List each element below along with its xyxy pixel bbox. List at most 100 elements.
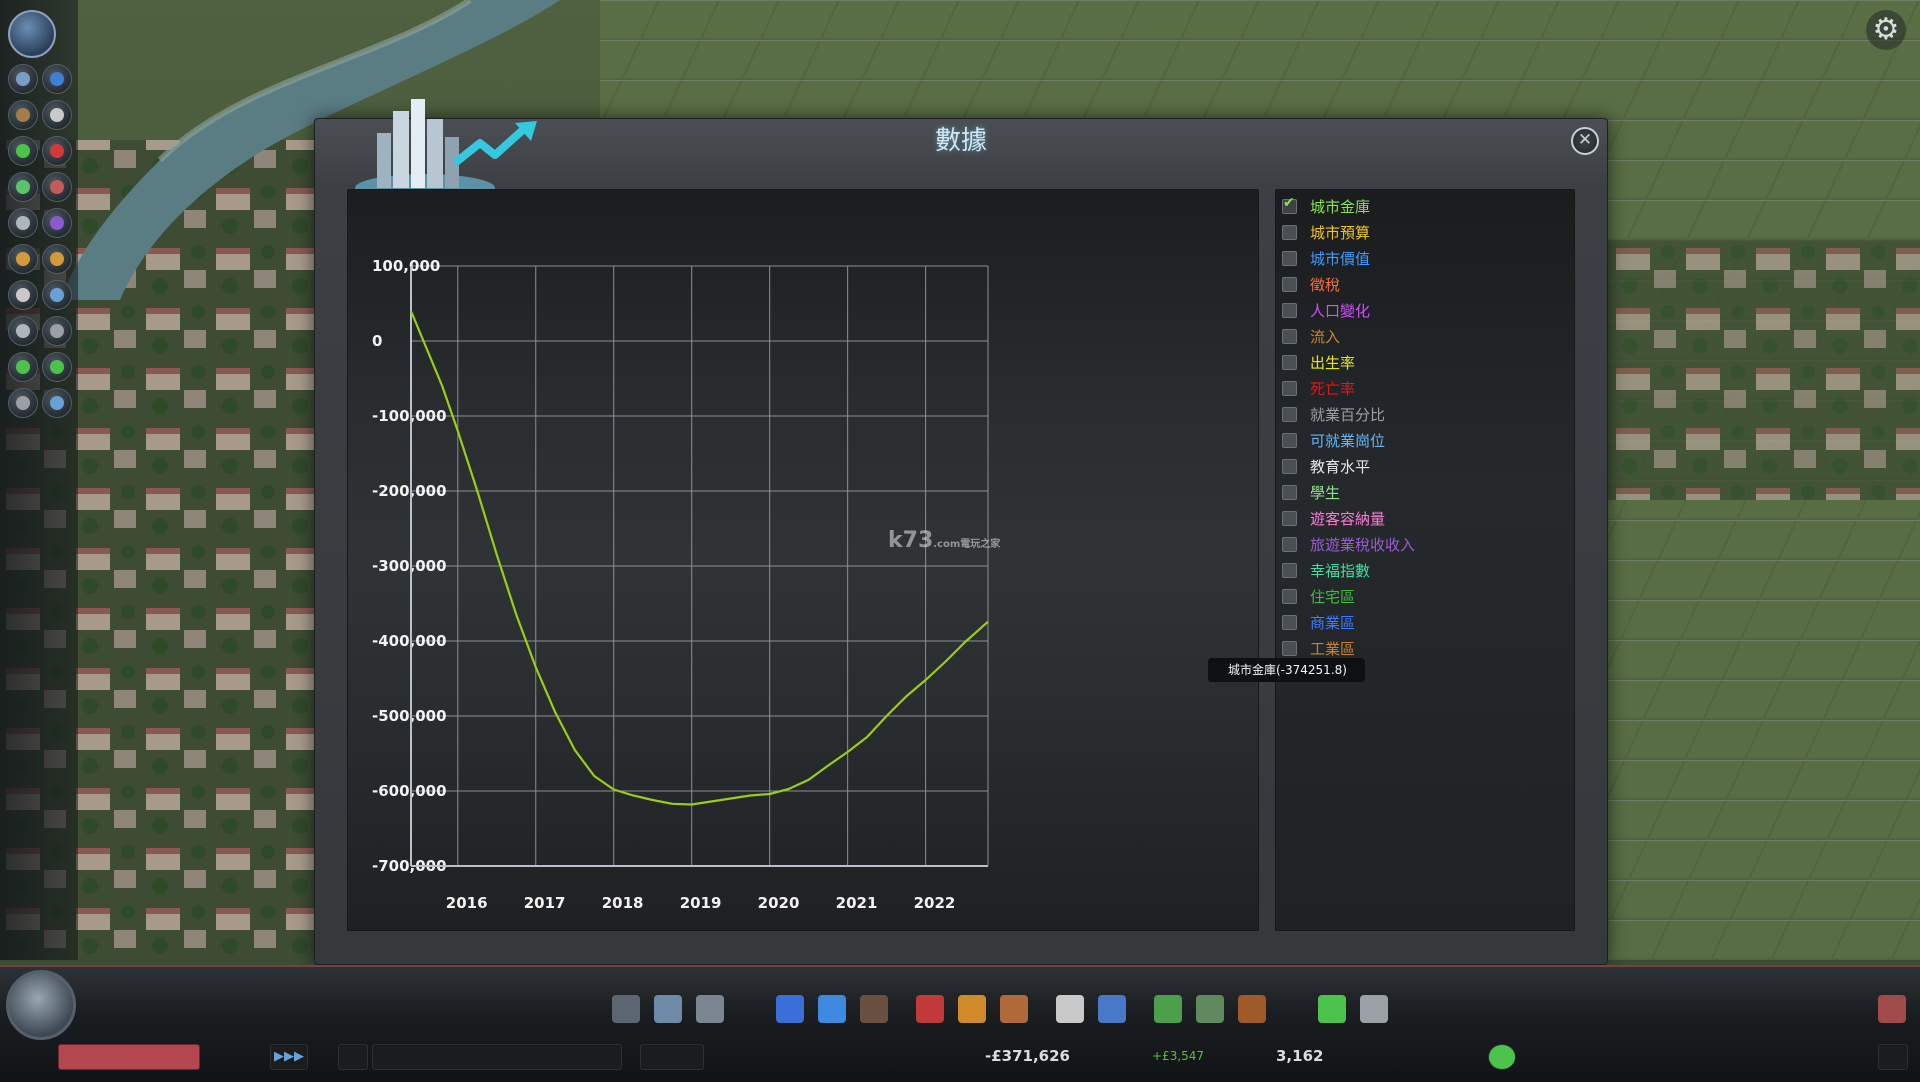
legend-label: 商業區 <box>1310 613 1356 632</box>
education-tool-button[interactable] <box>42 208 72 238</box>
zoning-icon[interactable] <box>654 995 682 1023</box>
x-tick-label: 2017 <box>524 894 566 912</box>
bulldozer-icon[interactable] <box>1360 995 1388 1023</box>
info-view-button[interactable] <box>8 10 56 58</box>
policies-button[interactable] <box>42 352 72 382</box>
districts-icon[interactable] <box>696 995 724 1023</box>
legend-label: 徵稅 <box>1310 275 1341 294</box>
legend-checkbox[interactable] <box>1282 195 1297 214</box>
education-icon[interactable] <box>1056 995 1084 1023</box>
unique-buildings-button[interactable] <box>8 280 38 310</box>
legend-checkbox[interactable] <box>1282 250 1297 266</box>
gear-icon[interactable]: ⚙ <box>1866 10 1906 50</box>
unique-buildings-icon[interactable] <box>1196 995 1224 1023</box>
milestones-button[interactable] <box>42 388 72 418</box>
electricity-tool-button[interactable] <box>8 136 38 166</box>
garbage-icon[interactable] <box>860 995 888 1023</box>
legend-checkbox[interactable] <box>1282 406 1297 422</box>
water-icon[interactable] <box>818 995 846 1023</box>
x-tick-label: 2016 <box>446 894 488 912</box>
legend-checkbox[interactable] <box>1282 588 1297 604</box>
police-tool-button[interactable] <box>8 208 38 238</box>
legend-checkbox[interactable] <box>1282 432 1297 448</box>
legend-item[interactable]: 遊客容納量 <box>1282 507 1385 529</box>
chart-tooltip: 城市金庫(-374251.8) <box>1208 658 1365 682</box>
roads-tool-button[interactable] <box>8 64 38 94</box>
legend-checkbox[interactable] <box>1282 484 1297 500</box>
district-tool-button[interactable] <box>42 100 72 130</box>
legend-item[interactable]: 死亡率 <box>1282 377 1355 399</box>
legend-checkbox[interactable] <box>1282 224 1297 240</box>
landscaping-button[interactable] <box>42 316 72 346</box>
legend-checkbox[interactable] <box>1282 328 1297 344</box>
graph-panel: 100,000 0 -100,000 -200,000 -300,000 -400,000… <box>347 189 1365 931</box>
legend-label: 城市預算 <box>1310 223 1371 242</box>
legend-item[interactable]: 出生率 <box>1282 351 1355 373</box>
legend-checkbox[interactable] <box>1282 458 1297 474</box>
notifications-icon[interactable] <box>1878 995 1906 1023</box>
legend-label: 住宅區 <box>1310 587 1356 606</box>
legend-label: 旅遊業稅收收入 <box>1310 535 1416 554</box>
health-tool-button[interactable] <box>42 136 72 166</box>
legend-item[interactable]: 城市預算 <box>1282 221 1370 243</box>
parks-tool-button[interactable] <box>42 244 72 274</box>
legend-item[interactable]: 可就業崗位 <box>1282 429 1385 451</box>
legend-checkbox[interactable] <box>1282 380 1297 396</box>
bulldozer-button[interactable] <box>8 316 38 346</box>
electricity-icon[interactable] <box>776 995 804 1023</box>
legend-item[interactable]: 教育水平 <box>1282 455 1370 477</box>
monuments-icon[interactable] <box>1238 995 1266 1023</box>
parks-icon[interactable] <box>1154 995 1182 1023</box>
economy-button[interactable] <box>8 352 38 382</box>
money-icon[interactable] <box>1318 995 1346 1023</box>
legend-checkbox[interactable] <box>1282 562 1297 578</box>
legend-checkbox[interactable] <box>1282 536 1297 552</box>
legend-checkbox[interactable] <box>1282 354 1297 370</box>
legend-item[interactable]: 就業百分比 <box>1282 403 1385 425</box>
legend-checkbox[interactable] <box>1282 302 1297 318</box>
legend-item[interactable]: 旅遊業稅收收入 <box>1282 533 1415 555</box>
legend-item[interactable]: 徵稅 <box>1282 273 1340 295</box>
legend-panel: 城市金庫城市預算城市價值徵稅人口變化流入出生率死亡率就業百分比可就業崗位教育水平… <box>1275 189 1575 931</box>
monuments-button[interactable] <box>42 280 72 310</box>
radio-button[interactable] <box>640 1044 704 1070</box>
date-box <box>58 1044 200 1070</box>
legend-item[interactable]: 流入 <box>1282 325 1340 347</box>
garbage-tool-button[interactable] <box>8 172 38 202</box>
fire-tool-button[interactable] <box>42 172 72 202</box>
police-icon[interactable] <box>1000 995 1028 1023</box>
legend-label: 城市金庫 <box>1310 197 1371 216</box>
x-tick-label: 2021 <box>836 894 878 912</box>
legend-label: 工業區 <box>1310 639 1356 658</box>
left-toolbar <box>0 0 78 960</box>
legend-checkbox[interactable] <box>1282 614 1297 630</box>
health-icon[interactable] <box>916 995 944 1023</box>
population-display: 3,162 <box>1276 1047 1324 1065</box>
legend-item[interactable]: 城市價值 <box>1282 247 1370 269</box>
legend-label: 死亡率 <box>1310 379 1356 398</box>
info-views-button[interactable] <box>6 970 76 1040</box>
y-tick-label: -200,000 <box>372 482 447 500</box>
legend-item[interactable]: 工業區 <box>1282 637 1355 659</box>
water-tool-button[interactable] <box>42 64 72 94</box>
legend-checkbox[interactable] <box>1282 640 1297 656</box>
legend-checkbox[interactable] <box>1282 276 1297 292</box>
areas-button[interactable] <box>8 388 38 418</box>
legend-item[interactable]: 人口變化 <box>1282 299 1370 321</box>
legend-checkbox[interactable] <box>1282 510 1297 526</box>
pause-button[interactable] <box>338 1044 368 1070</box>
legend-item[interactable]: 學生 <box>1282 481 1340 503</box>
legend-item[interactable]: 商業區 <box>1282 611 1355 633</box>
speed-button[interactable]: ▶▶▶ <box>270 1044 308 1070</box>
transport-tool-button[interactable] <box>8 244 38 274</box>
city-name-box <box>372 1044 622 1070</box>
roads-icon[interactable] <box>612 995 640 1023</box>
public-transport-icon[interactable] <box>1098 995 1126 1023</box>
zoning-tool-button[interactable] <box>8 100 38 130</box>
legend-item[interactable]: 幸福指數 <box>1282 559 1370 581</box>
legend-item[interactable]: 城市金庫 <box>1282 195 1370 217</box>
legend-item[interactable]: 住宅區 <box>1282 585 1355 607</box>
chirper-button[interactable] <box>1878 1044 1908 1070</box>
fire-icon[interactable] <box>958 995 986 1023</box>
close-icon[interactable]: ✕ <box>1571 127 1599 155</box>
